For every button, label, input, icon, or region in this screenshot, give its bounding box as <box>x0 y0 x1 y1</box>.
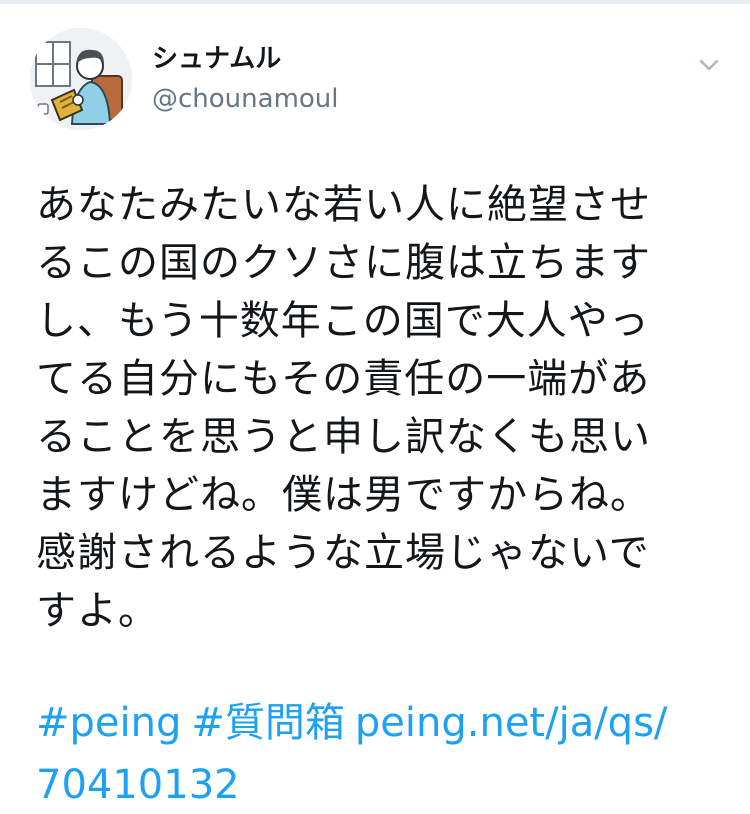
peing-url-link-continued[interactable]: 70410132 <box>36 762 240 808</box>
tweet-text: あなたみたいな若い人に絶望させ るこの国のクソさに腹は立ちます し、もう十数年こ… <box>36 176 716 640</box>
avatar[interactable] <box>30 28 132 130</box>
hashtag-peing-link[interactable]: #peing <box>36 700 181 746</box>
tweet-card: シュナムル @chounamoul あなたみたいな若い人に絶望させ るこの国のク… <box>0 0 750 814</box>
avatar-illustration <box>30 28 132 130</box>
tweet-text-line: 感謝されるような立場じゃないで <box>36 530 650 576</box>
author-handle[interactable]: @chounamoul <box>152 82 339 116</box>
chevron-down-icon[interactable] <box>696 52 722 78</box>
hashtag-shitsumonbako-link[interactable]: #質問箱 <box>191 700 345 746</box>
tweet-text-line: るこの国のクソさに腹は立ちます <box>36 240 651 286</box>
links-line-2: 70410132 <box>36 754 726 814</box>
tweet-text-line: あなたみたいな若い人に絶望させ <box>36 182 651 228</box>
tweet-text-line: てる自分にもその責任の一端があ <box>36 356 651 402</box>
tweet-text-line: ることを思うと申し訳なくも思い <box>36 414 651 460</box>
tweet-links: #peing #質問箱 peing.net/ja/qs/ 70410132 <box>36 692 726 814</box>
author-display-name[interactable]: シュナムル <box>152 42 281 76</box>
tweet-text-line: し、もう十数年この国で大人やっ <box>36 298 650 344</box>
links-line-1: #peing #質問箱 peing.net/ja/qs/ <box>36 692 726 754</box>
tweet-text-line: すよ。 <box>36 588 159 634</box>
peing-url-link[interactable]: peing.net/ja/qs/ <box>355 700 668 746</box>
tweet-text-line: ますけどね。僕は男ですからね。 <box>36 472 651 518</box>
